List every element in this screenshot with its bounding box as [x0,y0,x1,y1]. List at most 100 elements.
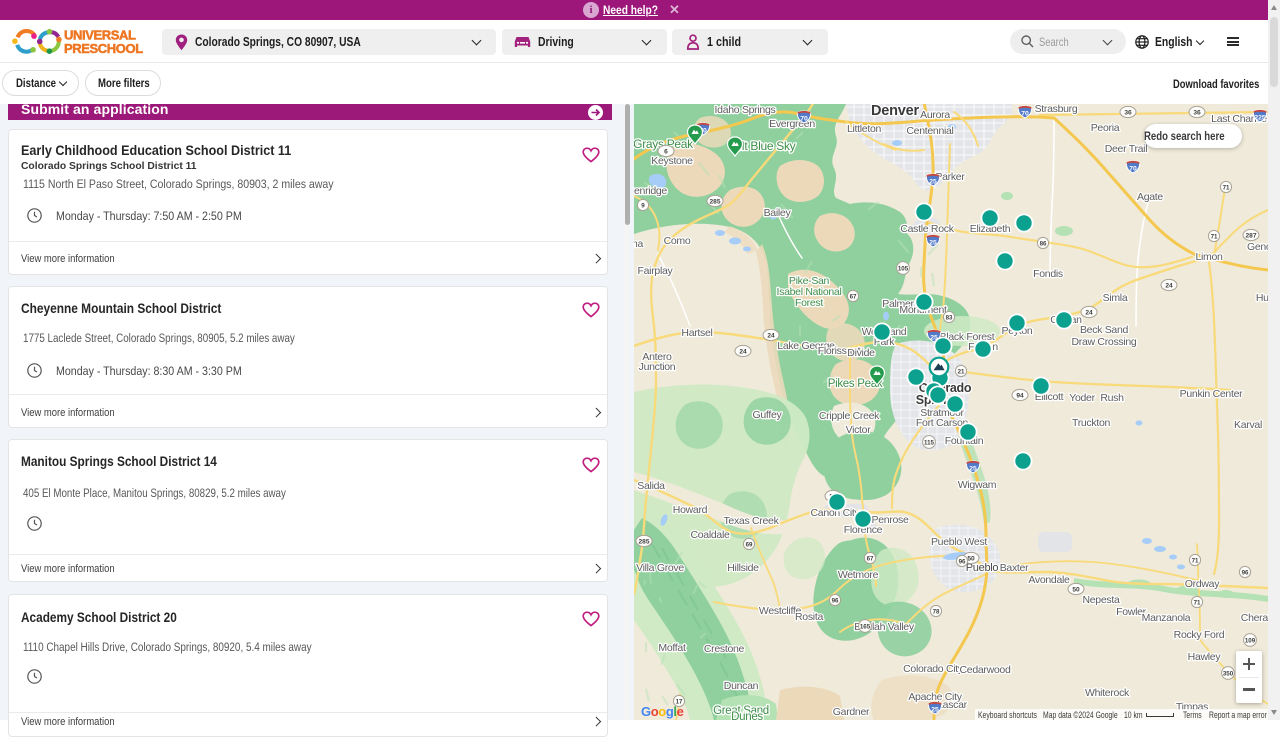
svg-text:Nepesta: Nepesta [1082,594,1119,606]
svg-text:115: 115 [924,440,935,447]
svg-text:9: 9 [641,203,645,210]
svg-text:Whiterock: Whiterock [1085,687,1130,699]
svg-text:70: 70 [800,115,808,122]
svg-text:Agate: Agate [1137,191,1163,203]
svg-text:94: 94 [1016,393,1024,400]
svg-text:Denver: Denver [871,104,920,119]
svg-text:Villa Grove: Villa Grove [636,562,684,574]
svg-text:Rosita: Rosita [795,611,823,623]
svg-text:78: 78 [933,609,940,616]
svg-text:50: 50 [967,556,975,563]
svg-text:96: 96 [1242,570,1249,577]
svg-text:165: 165 [860,624,871,631]
svg-text:Howard: Howard [673,504,708,516]
svg-text:24: 24 [1085,310,1093,317]
svg-text:71: 71 [1194,600,1201,607]
svg-text:96: 96 [832,598,839,605]
svg-text:Texas Creek: Texas Creek [723,515,779,527]
svg-text:Cedarwood: Cedarwood [960,664,1011,676]
svg-text:Cheraw: Cheraw [1241,612,1268,624]
svg-text:Bailey: Bailey [764,207,792,219]
svg-text:Fondis: Fondis [1033,268,1063,280]
svg-text:Guffey: Guffey [753,409,783,421]
svg-text:Fairplay: Fairplay [638,265,674,277]
svg-text:70: 70 [1129,165,1137,172]
svg-text:36: 36 [1124,110,1132,117]
svg-text:Genoa: Genoa [1247,241,1268,253]
svg-text:71: 71 [1192,558,1199,565]
svg-text:Dunes: Dunes [731,711,763,720]
svg-text:Baxter: Baxter [1000,562,1029,574]
svg-text:Yoder: Yoder [1069,392,1095,404]
svg-text:Coaldale: Coaldale [690,529,730,541]
svg-text:Cripple Creek: Cripple Creek [819,410,880,422]
svg-text:25: 25 [969,465,977,472]
svg-text:Rush: Rush [1100,392,1124,404]
svg-text:Mt Blue Sky: Mt Blue Sky [735,139,796,153]
svg-text:96: 96 [959,559,966,566]
svg-text:Limon: Limon [1195,251,1223,263]
svg-text:Avondale: Avondale [1028,574,1070,586]
svg-text:6: 6 [664,149,668,156]
svg-text:Wetmore: Wetmore [838,569,879,581]
svg-text:86: 86 [1040,241,1047,248]
svg-text:Aurora: Aurora [920,109,950,121]
svg-text:Victor: Victor [846,424,872,436]
svg-text:69: 69 [746,542,753,549]
svg-text:Strasburg: Strasburg [1035,104,1078,115]
svg-text:285: 285 [709,199,720,206]
svg-text:ma: ma [634,238,643,250]
svg-text:Hawley: Hawley [1188,651,1222,663]
svg-text:kenridge: kenridge [634,185,667,197]
svg-text:Hug: Hug [1256,292,1268,304]
svg-text:70: 70 [1021,110,1029,117]
svg-text:Punkin Center: Punkin Center [1180,388,1243,400]
svg-text:105: 105 [898,266,909,273]
svg-text:Karval: Karval [1234,419,1262,431]
svg-text:Crestone: Crestone [704,643,745,655]
svg-text:Beck Sand: Beck Sand [1080,324,1129,336]
svg-text:Castle Rock: Castle Rock [900,223,954,235]
svg-text:Draw Crossing: Draw Crossing [1072,336,1137,348]
svg-text:Forest: Forest [795,297,823,309]
svg-text:67: 67 [867,556,874,563]
svg-text:Simla: Simla [1103,292,1128,304]
svg-text:36: 36 [1193,110,1201,117]
svg-text:109: 109 [1245,638,1256,645]
svg-text:Moffat: Moffat [658,642,686,654]
svg-text:83: 83 [946,315,953,322]
svg-text:24: 24 [1165,283,1173,290]
svg-text:Hillside: Hillside [727,562,759,574]
svg-text:Ordway: Ordway [1185,578,1220,590]
svg-text:25: 25 [929,239,937,246]
svg-text:24: 24 [767,333,775,340]
svg-text:Littleton: Littleton [847,123,882,135]
svg-text:25: 25 [931,706,939,713]
svg-text:285: 285 [638,539,649,546]
svg-text:Keystone: Keystone [651,155,693,167]
svg-text:67: 67 [850,294,857,301]
svg-text:Wigwam: Wigwam [958,479,997,491]
svg-text:Manzanola: Manzanola [1142,612,1191,624]
svg-text:Gardner: Gardner [833,706,870,718]
svg-text:Rocky Ford: Rocky Ford [1174,629,1225,641]
svg-text:Divide: Divide [847,347,875,359]
svg-text:Salida: Salida [637,480,665,492]
svg-text:PRESCHOOL: PRESCHOOL [64,41,143,56]
svg-text:50: 50 [1072,587,1080,594]
svg-text:Truckton: Truckton [1072,417,1111,429]
svg-text:25: 25 [929,178,937,185]
svg-text:71: 71 [1211,234,1218,241]
svg-text:Junction: Junction [639,361,676,373]
svg-text:Deer Trail: Deer Trail [1105,143,1148,155]
svg-text:287: 287 [1245,233,1256,240]
svg-text:Peoria: Peoria [1091,122,1120,134]
svg-text:Colorado City: Colorado City [903,663,964,675]
svg-text:71: 71 [1223,185,1230,192]
svg-text:350: 350 [1223,671,1234,678]
svg-text:225: 225 [1254,114,1266,121]
svg-text:Duncan: Duncan [724,680,759,692]
svg-text:Hartsel: Hartsel [681,327,712,339]
svg-text:24: 24 [739,349,747,356]
svg-text:Centennial: Centennial [906,125,953,137]
